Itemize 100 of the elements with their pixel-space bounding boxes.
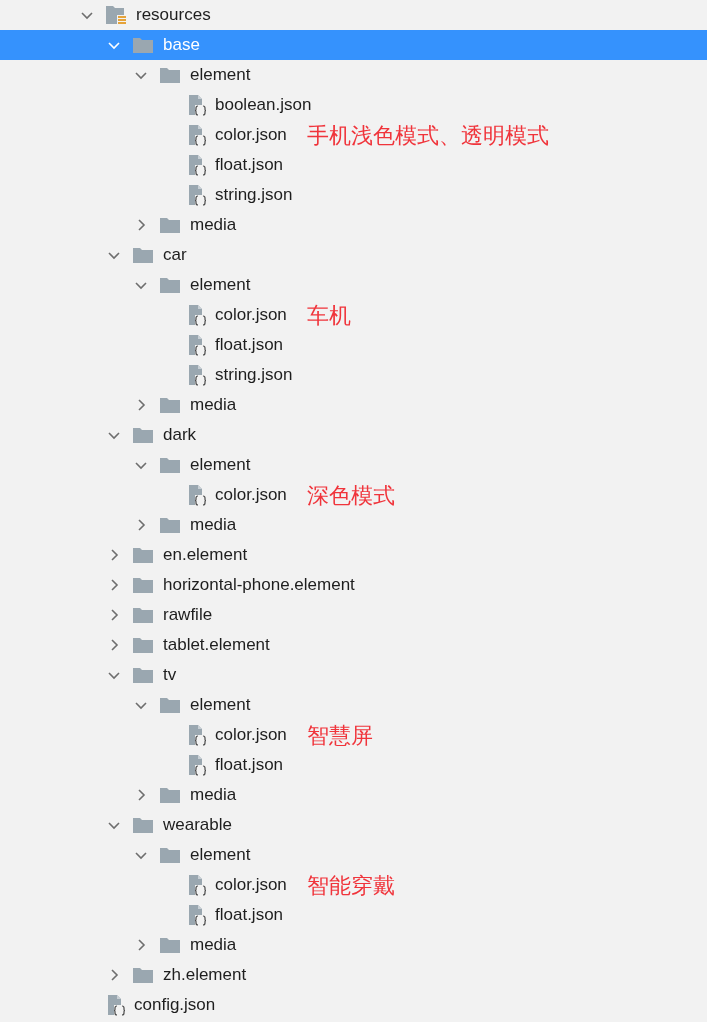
tree-row[interactable]: boolean.json <box>0 90 707 120</box>
tree-row[interactable]: element <box>0 450 707 480</box>
tree-row[interactable]: media <box>0 390 707 420</box>
tree-item-label: color.json <box>215 304 287 327</box>
tree-row[interactable]: media <box>0 210 707 240</box>
annotation-text: 手机浅色模式、透明模式 <box>306 121 549 150</box>
tree-item-label: float.json <box>215 154 284 177</box>
tree-row[interactable]: color.json 智能穿戴 <box>0 870 707 900</box>
tree-row[interactable]: media <box>0 780 707 810</box>
folder-icon <box>159 66 181 84</box>
json-file-icon <box>186 334 206 356</box>
tree-item-label: element <box>190 844 251 867</box>
resource-folder-icon <box>105 5 127 25</box>
tree-row[interactable]: element <box>0 840 707 870</box>
tree-row[interactable]: car <box>0 240 707 270</box>
tree-item-label: horizontal-phone.element <box>163 574 355 597</box>
tree-item-label: tv <box>163 664 177 687</box>
folder-icon <box>159 456 181 474</box>
tree-item-label: string.json <box>215 364 293 387</box>
json-file-icon <box>186 754 206 776</box>
annotation-text: 智慧屏 <box>306 721 373 750</box>
tree-row[interactable]: float.json <box>0 900 707 930</box>
tree-item-label: element <box>190 694 251 717</box>
folder-icon <box>159 216 181 234</box>
folder-icon <box>159 936 181 954</box>
tree-item-label: media <box>190 394 237 417</box>
tree-item-label: wearable <box>163 814 232 837</box>
tree-item-label: media <box>190 784 237 807</box>
json-file-icon <box>186 304 206 326</box>
tree-item-label: float.json <box>215 334 284 357</box>
tree-item-label: media <box>190 934 237 957</box>
folder-icon <box>132 426 154 444</box>
tree-item-label: tablet.element <box>163 634 270 657</box>
json-file-icon <box>105 994 125 1016</box>
tree-item-label: float.json <box>215 904 284 927</box>
folder-icon <box>132 36 154 54</box>
folder-icon <box>159 516 181 534</box>
tree-row[interactable]: float.json <box>0 330 707 360</box>
annotation-text: 车机 <box>306 301 351 330</box>
tree-row[interactable]: float.json <box>0 150 707 180</box>
tree-row[interactable]: element <box>0 60 707 90</box>
tree-row[interactable]: string.json <box>0 360 707 390</box>
tree-row[interactable]: tv <box>0 660 707 690</box>
json-file-icon <box>186 154 206 176</box>
tree-item-label: color.json <box>215 484 287 507</box>
tree-item-label: color.json <box>215 724 287 747</box>
tree-row[interactable]: color.json 智慧屏 <box>0 720 707 750</box>
json-file-icon <box>186 904 206 926</box>
tree-row[interactable]: media <box>0 930 707 960</box>
folder-icon <box>132 816 154 834</box>
tree-item-label: boolean.json <box>215 94 312 117</box>
tree-row[interactable]: media <box>0 510 707 540</box>
json-file-icon <box>186 484 206 506</box>
folder-icon <box>159 396 181 414</box>
tree-item-label: dark <box>163 424 197 447</box>
tree-item-label: color.json <box>215 874 287 897</box>
tree-item-label: media <box>190 514 237 537</box>
folder-icon <box>159 786 181 804</box>
tree-row[interactable]: tablet.element <box>0 630 707 660</box>
folder-icon <box>132 636 154 654</box>
tree-item-label: string.json <box>215 184 293 207</box>
tree-row[interactable]: zh.element <box>0 960 707 990</box>
tree-item-label: media <box>190 214 237 237</box>
tree-row[interactable]: element <box>0 270 707 300</box>
tree-row[interactable]: config.json <box>0 990 707 1020</box>
tree-item-label: car <box>163 244 187 267</box>
folder-icon <box>132 576 154 594</box>
tree-item-label: color.json <box>215 124 287 147</box>
json-file-icon <box>186 124 206 146</box>
tree-row[interactable]: color.json 手机浅色模式、透明模式 <box>0 120 707 150</box>
tree-row[interactable]: string.json <box>0 180 707 210</box>
folder-icon <box>132 546 154 564</box>
tree-row[interactable]: dark <box>0 420 707 450</box>
folder-icon <box>132 666 154 684</box>
json-file-icon <box>186 724 206 746</box>
tree-row[interactable]: resources <box>0 0 707 30</box>
tree-item-label: zh.element <box>163 964 247 987</box>
tree-item-label: base <box>163 34 200 57</box>
json-file-icon <box>186 874 206 896</box>
folder-icon <box>132 966 154 984</box>
tree-item-label: element <box>190 274 251 297</box>
tree-item-label: float.json <box>215 754 284 777</box>
tree-row[interactable]: wearable <box>0 810 707 840</box>
tree-row[interactable]: float.json <box>0 750 707 780</box>
json-file-icon <box>186 184 206 206</box>
folder-icon <box>159 696 181 714</box>
tree-row[interactable]: rawfile <box>0 600 707 630</box>
tree-row[interactable]: en.element <box>0 540 707 570</box>
folder-icon <box>159 846 181 864</box>
tree-row[interactable]: element <box>0 690 707 720</box>
annotation-text: 智能穿戴 <box>306 871 395 900</box>
tree-item-label: element <box>190 454 251 477</box>
tree-item-label: resources <box>136 4 211 27</box>
tree-item-label: config.json <box>134 994 216 1017</box>
tree-row[interactable]: color.json 深色模式 <box>0 480 707 510</box>
tree-row[interactable]: color.json 车机 <box>0 300 707 330</box>
json-file-icon <box>186 94 206 116</box>
tree-row[interactable]: horizontal-phone.element <box>0 570 707 600</box>
annotation-text: 深色模式 <box>306 481 395 510</box>
folder-icon <box>132 606 154 624</box>
